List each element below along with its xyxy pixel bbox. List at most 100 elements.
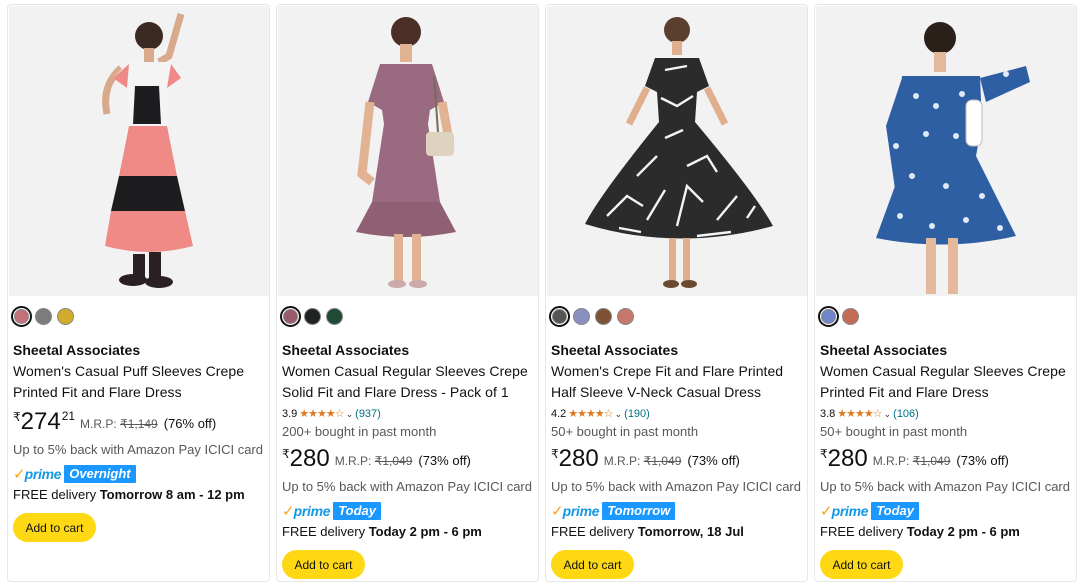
bought-count: 50+ bought in past month (820, 424, 968, 439)
rating-row[interactable]: 3.9 ★★★★☆ ⌄ (937) (282, 407, 534, 421)
product-image[interactable] (278, 6, 538, 296)
delivery-prefix: FREE delivery (282, 524, 366, 539)
product-title[interactable]: Women Casual Regular Sleeves Crepe Solid… (282, 361, 534, 403)
price-whole: 280 (558, 445, 599, 472)
chevron-down-icon[interactable]: ⌄ (346, 407, 354, 421)
swatch[interactable] (280, 305, 301, 327)
delivery-info: FREE delivery Today 2 pm - 6 pm (820, 523, 1072, 540)
chevron-down-icon[interactable]: ⌄ (884, 407, 892, 421)
swatch[interactable] (57, 307, 74, 325)
price-whole: 274 (20, 408, 61, 435)
title-line[interactable]: Women Casual Regular Sleeves Crepe (820, 361, 1072, 382)
add-to-cart-button[interactable]: Add to cart (551, 550, 634, 579)
color-swatches (280, 305, 534, 327)
mrp-label: M.R.P: (80, 417, 117, 431)
delivery-time: Tomorrow 8 am - 12 pm (99, 487, 245, 502)
title-line[interactable]: Solid Fit and Flare Dress - Pack of 1 (282, 382, 534, 403)
brand-name: Sheetal Associates (551, 342, 679, 358)
mrp: M.R.P: ₹1,049 (604, 446, 682, 476)
star-rating-icon[interactable]: ★★★★☆ (299, 407, 344, 421)
rating-value: 4.2 (551, 408, 567, 420)
title-line[interactable]: Women Casual Regular Sleeves Crepe (282, 361, 534, 382)
delivery-prefix: FREE delivery (13, 487, 97, 502)
cashback-text: Up to 5% back with Amazon Pay ICICI card (282, 479, 532, 494)
prime-logo: prime (562, 503, 600, 519)
delivery-prefix: FREE delivery (820, 524, 904, 539)
chevron-down-icon[interactable]: ⌄ (615, 407, 623, 421)
swatch[interactable] (11, 305, 32, 327)
mrp-label: M.R.P: (334, 454, 372, 468)
mrp-label: M.R.P: (872, 454, 910, 468)
bought-count: 200+ bought in past month (282, 424, 437, 439)
currency-symbol: ₹ (820, 447, 828, 461)
discount: (73% off) (687, 453, 740, 468)
delivery-time: Today 2 pm - 6 pm (368, 524, 482, 539)
delivery-info: FREE delivery Tomorrow, 18 Jul (551, 523, 803, 540)
product-title[interactable]: Women Casual Regular Sleeves Crepe Print… (820, 361, 1072, 403)
product-card: Sheetal Associates Women's Crepe Fit and… (545, 4, 808, 582)
price-whole: 280 (827, 445, 868, 472)
cashback-text: Up to 5% back with Amazon Pay ICICI card (551, 479, 801, 494)
swatch[interactable] (35, 307, 52, 325)
price-fraction: 21 (61, 409, 76, 423)
add-to-cart-button[interactable]: Add to cart (13, 513, 96, 542)
prime-logo: prime (24, 466, 62, 482)
brand-name: Sheetal Associates (282, 342, 410, 358)
add-to-cart-button[interactable]: Add to cart (282, 550, 365, 579)
mrp-value: ₹1,049 (374, 454, 413, 468)
cashback-text: Up to 5% back with Amazon Pay ICICI card (820, 479, 1070, 494)
star-rating-icon[interactable]: ★★★★☆ (568, 407, 613, 421)
rating-count[interactable]: (106) (893, 407, 919, 421)
product-grid: Sheetal Associates Women's Casual Puff S… (7, 4, 1077, 582)
star-rating-icon[interactable]: ★★★★☆ (837, 407, 882, 421)
prime-delivery-tag: Today (871, 502, 920, 520)
swatch[interactable] (818, 305, 839, 327)
dress-photo-icon (816, 6, 1076, 296)
rating-count[interactable]: (937) (355, 407, 381, 421)
product-image[interactable] (547, 6, 807, 296)
dress-photo-icon (278, 6, 538, 296)
swatch[interactable] (595, 307, 612, 325)
currency-symbol: ₹ (13, 410, 21, 424)
prime-delivery-tag: Today (333, 502, 382, 520)
product-image[interactable] (816, 6, 1076, 296)
title-line[interactable]: Printed Fit and Flare Dress (13, 382, 265, 403)
delivery-info: FREE delivery Tomorrow 8 am - 12 pm (13, 486, 265, 503)
swatch[interactable] (842, 307, 859, 325)
prime-delivery-tag: Overnight (64, 465, 136, 483)
mrp-label: M.R.P: (603, 454, 641, 468)
prime-badge: ✓ prime Today (820, 502, 1072, 520)
product-title[interactable]: Women's Casual Puff Sleeves Crepe Printe… (13, 361, 265, 403)
brand-name: Sheetal Associates (820, 342, 948, 358)
rating-count[interactable]: (190) (624, 407, 650, 421)
discount: (73% off) (956, 453, 1009, 468)
color-swatches (549, 305, 803, 327)
add-to-cart-button[interactable]: Add to cart (820, 550, 903, 579)
mrp: M.R.P: ₹1,049 (335, 446, 413, 476)
swatch[interactable] (304, 307, 321, 325)
rating-row[interactable]: 3.8 ★★★★☆ ⌄ (106) (820, 407, 1072, 421)
product-image[interactable] (9, 6, 269, 296)
swatch[interactable] (549, 305, 570, 327)
swatch[interactable] (573, 307, 590, 325)
product-card: Sheetal Associates Women Casual Regular … (276, 4, 539, 582)
title-line[interactable]: Women's Casual Puff Sleeves Crepe (13, 361, 265, 382)
title-line[interactable]: Half Sleeve V-Neck Casual Dress (551, 382, 803, 403)
prime-badge: ✓ prime Overnight (13, 465, 265, 483)
price-row: ₹ 280 M.R.P: ₹1,049 (73% off) (820, 446, 1072, 476)
swatch[interactable] (326, 307, 343, 325)
dress-photo-icon (547, 6, 807, 296)
prime-badge: ✓ prime Tomorrow (551, 502, 803, 520)
title-line[interactable]: Women's Crepe Fit and Flare Printed (551, 361, 803, 382)
swatch[interactable] (617, 307, 634, 325)
title-line[interactable]: Printed Fit and Flare Dress (820, 382, 1072, 403)
prime-logo: prime (293, 503, 331, 519)
product-title[interactable]: Women's Crepe Fit and Flare Printed Half… (551, 361, 803, 403)
delivery-info: FREE delivery Today 2 pm - 6 pm (282, 523, 534, 540)
rating-value: 3.9 (282, 408, 298, 420)
price-whole: 280 (289, 445, 330, 472)
rating-row[interactable]: 4.2 ★★★★☆ ⌄ (190) (551, 407, 803, 421)
delivery-time: Today 2 pm - 6 pm (906, 524, 1020, 539)
currency-symbol: ₹ (551, 447, 559, 461)
currency-symbol: ₹ (282, 447, 290, 461)
